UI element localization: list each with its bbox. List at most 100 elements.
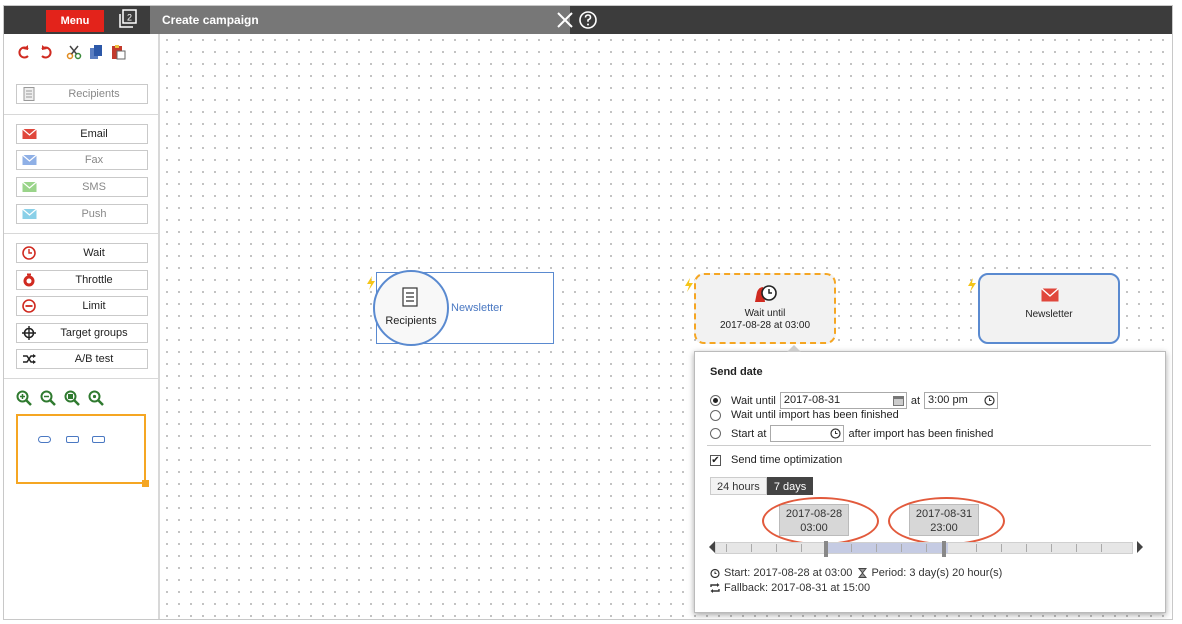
- divider: [4, 114, 160, 115]
- highlight-ellipse: [888, 497, 1005, 545]
- wait-import-label: Wait until import has been finished: [731, 409, 899, 421]
- tick: [1051, 544, 1052, 552]
- palette-throttle[interactable]: Throttle: [16, 270, 148, 290]
- tick: [926, 544, 927, 552]
- palette-label: Recipients: [68, 88, 120, 100]
- wait-import-row: Wait until import has been finished: [710, 409, 899, 421]
- range-start-handle[interactable]: [824, 541, 828, 557]
- recipients-node[interactable]: [373, 270, 449, 346]
- zoom-out-icon[interactable]: [40, 390, 56, 406]
- palette-label: Push: [81, 208, 107, 220]
- divider: [4, 233, 160, 234]
- tick: [876, 544, 877, 552]
- clock-icon[interactable]: [984, 395, 995, 406]
- tick: [801, 544, 802, 552]
- paste-icon[interactable]: [110, 44, 126, 60]
- clock-icon[interactable]: [830, 428, 842, 439]
- palette-push[interactable]: Push: [16, 204, 148, 224]
- start-at-row: Start at after import has been finished: [710, 425, 993, 442]
- timeline-next-icon[interactable]: [1137, 541, 1143, 553]
- wait-until-row: Wait until 2017-08-31 at 3:00 pm: [710, 392, 999, 409]
- window-count: 2: [127, 13, 132, 23]
- palette-limit[interactable]: Limit: [16, 296, 148, 316]
- minimap-resize-handle[interactable]: [142, 480, 149, 487]
- tab-7-days[interactable]: 7 days: [766, 477, 814, 495]
- wait-until-date-input[interactable]: 2017-08-31: [779, 392, 907, 409]
- wait-import-radio[interactable]: [710, 409, 721, 421]
- help-icon[interactable]: [578, 10, 598, 30]
- wait-node[interactable]: Wait until 2017-08-28 at 03:00: [694, 273, 836, 344]
- sto-checkbox[interactable]: ✔: [710, 454, 721, 466]
- wait-node-line2: 2017-08-28 at 03:00: [719, 320, 811, 331]
- minimap-node: [92, 436, 105, 443]
- range-end-handle[interactable]: [942, 541, 946, 557]
- palette-label: Fax: [84, 154, 104, 166]
- cut-icon[interactable]: [66, 44, 82, 60]
- minimap[interactable]: [16, 414, 149, 487]
- tick: [776, 544, 777, 552]
- time-input[interactable]: 3:00 pm: [924, 392, 999, 409]
- minimap-node: [38, 436, 51, 443]
- at-label: at: [910, 394, 921, 407]
- popup-caret: [787, 345, 801, 352]
- recipients-node-label: Recipients: [385, 315, 437, 327]
- repeat-icon: [710, 583, 720, 593]
- palette-email[interactable]: Email: [16, 124, 148, 144]
- lightning-icon: [968, 278, 976, 292]
- palette-label: Limit: [82, 300, 106, 312]
- palette-label: SMS: [82, 181, 106, 193]
- envelope-icon: [22, 128, 37, 139]
- workflow-canvas[interactable]: Recipients Newsletter Wait until 2017-08…: [161, 34, 1172, 619]
- palette-recipients[interactable]: Recipients: [16, 84, 148, 104]
- divider: [707, 445, 1151, 446]
- tick: [901, 544, 902, 552]
- time-range-slider[interactable]: [715, 541, 1133, 557]
- window-count-icon[interactable]: 2: [118, 9, 138, 29]
- zoom-reset-icon[interactable]: [88, 390, 104, 406]
- send-date-popup: Send date Wait until 2017-08-31 at 3:00 …: [694, 345, 1166, 613]
- app-window: Menu 2 Create campaign Recipients Email …: [3, 5, 1173, 620]
- redo-icon[interactable]: [38, 44, 54, 60]
- tick: [976, 544, 977, 552]
- palette-wait[interactable]: Wait: [16, 243, 148, 263]
- recipients-list-link[interactable]: Newsletter: [451, 302, 503, 314]
- start-at-radio[interactable]: [710, 428, 721, 439]
- palette-label: Wait: [83, 247, 105, 259]
- zoom-fit-icon[interactable]: [64, 390, 80, 406]
- menu-button[interactable]: Menu: [46, 10, 104, 32]
- zoom-in-icon[interactable]: [16, 390, 32, 406]
- palette-target-groups[interactable]: Target groups: [16, 323, 148, 343]
- newsletter-node-label: Newsletter: [1025, 309, 1073, 320]
- clock-icon: [22, 246, 36, 260]
- throttle-icon: [23, 273, 35, 287]
- hourglass-icon: [858, 568, 868, 578]
- palette-ab-test[interactable]: A/B test: [16, 349, 148, 369]
- list-document-icon: [402, 287, 418, 307]
- start-at-input[interactable]: [770, 425, 845, 442]
- start-text: Start: 2017-08-28 at 03:00: [724, 567, 853, 579]
- palette-sms[interactable]: SMS: [16, 177, 148, 197]
- tick: [1001, 544, 1002, 552]
- palette-label: A/B test: [74, 353, 114, 365]
- close-icon[interactable]: [555, 10, 575, 30]
- tab-24-hours[interactable]: 24 hours: [710, 477, 767, 495]
- selected-range: [828, 543, 948, 553]
- tick: [1076, 544, 1077, 552]
- palette-fax[interactable]: Fax: [16, 150, 148, 170]
- popup-title: Send date: [710, 366, 763, 378]
- calendar-icon[interactable]: [892, 395, 904, 406]
- tab-create-campaign[interactable]: Create campaign: [150, 6, 570, 34]
- palette-label: Throttle: [75, 274, 113, 286]
- limit-icon: [22, 299, 36, 313]
- copy-icon[interactable]: [88, 44, 104, 60]
- time-value: 3:00 pm: [928, 394, 968, 406]
- tick: [851, 544, 852, 552]
- sidebar: Recipients Email Fax SMS Push Wait Throt…: [4, 34, 160, 619]
- list-document-icon: [23, 87, 35, 101]
- zoom-controls: [16, 390, 104, 406]
- newsletter-node[interactable]: Newsletter: [978, 273, 1120, 344]
- sto-row: ✔ Send time optimization: [710, 454, 842, 466]
- wait-until-radio[interactable]: [710, 395, 721, 406]
- tick: [751, 544, 752, 552]
- undo-icon[interactable]: [16, 44, 32, 60]
